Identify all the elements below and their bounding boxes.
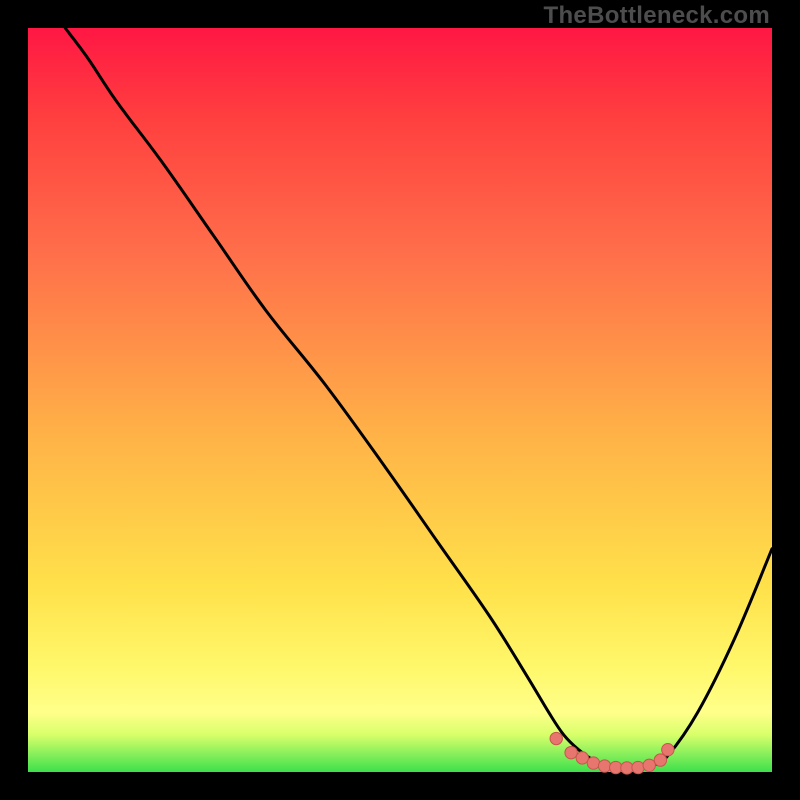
flat-region-marker xyxy=(662,743,674,755)
flat-region-marker xyxy=(550,732,562,744)
flat-region-marker xyxy=(632,761,644,773)
flat-region-marker xyxy=(643,759,655,771)
flat-region-marker xyxy=(621,762,633,774)
flat-region-marker xyxy=(598,760,610,772)
bottleneck-curve xyxy=(65,28,772,769)
flat-region-marker xyxy=(576,752,588,764)
flat-region-marker xyxy=(565,746,577,758)
flat-region-marker xyxy=(654,754,666,766)
chart-curve-layer xyxy=(28,28,772,772)
flat-region-marker xyxy=(610,761,622,773)
watermark-text: TheBottleneck.com xyxy=(544,2,770,30)
flat-region-marker xyxy=(587,757,599,769)
